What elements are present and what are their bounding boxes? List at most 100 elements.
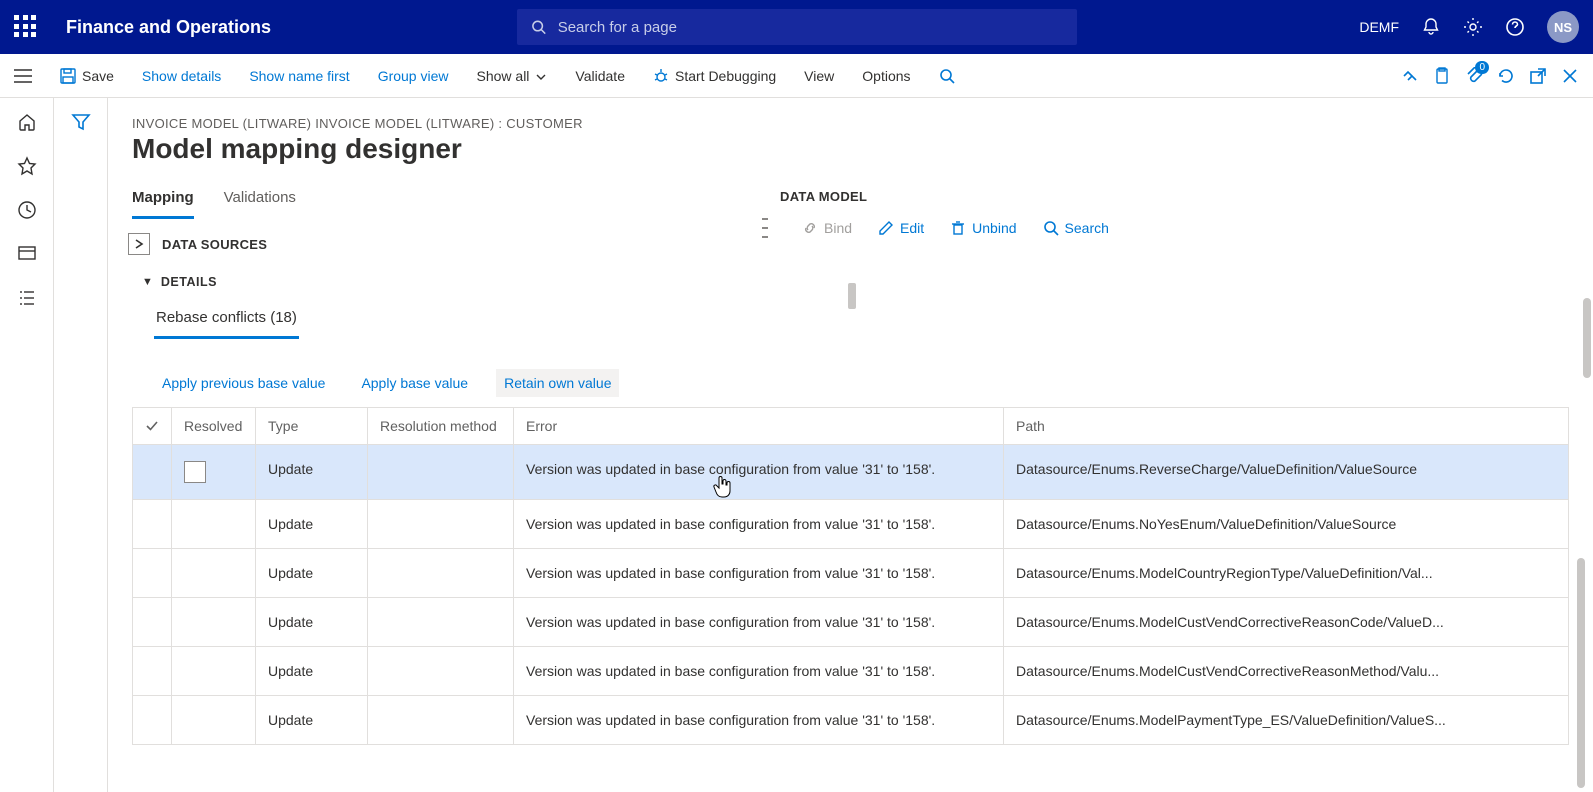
splitter-handle[interactable] bbox=[848, 283, 856, 309]
row-select-cell[interactable] bbox=[133, 549, 172, 598]
close-icon[interactable] bbox=[1561, 67, 1579, 85]
tab-validations[interactable]: Validations bbox=[224, 183, 296, 219]
search-icon bbox=[1043, 220, 1059, 236]
attachments-icon[interactable]: 0 bbox=[1465, 67, 1483, 85]
search-icon bbox=[531, 19, 546, 35]
row-type-cell: Update bbox=[256, 500, 368, 549]
refresh-icon[interactable] bbox=[1497, 67, 1515, 85]
save-button[interactable]: Save bbox=[48, 62, 126, 90]
company-label[interactable]: DEMF bbox=[1359, 19, 1399, 35]
home-icon[interactable] bbox=[17, 112, 37, 132]
show-details-button[interactable]: Show details bbox=[130, 62, 233, 90]
row-type-cell: Update bbox=[256, 598, 368, 647]
group-view-button[interactable]: Group view bbox=[366, 62, 461, 90]
tab-rebase-conflicts[interactable]: Rebase conflicts (18) bbox=[154, 303, 299, 339]
view-button[interactable]: View bbox=[792, 62, 846, 90]
search-button-dm[interactable]: Search bbox=[1043, 220, 1109, 236]
row-type-cell: Update bbox=[256, 549, 368, 598]
recent-icon[interactable] bbox=[17, 200, 37, 220]
row-path-cell: Datasource/Enums.ModelCustVendCorrective… bbox=[1004, 647, 1569, 696]
data-sources-toggle[interactable] bbox=[128, 233, 150, 255]
row-select-cell[interactable] bbox=[133, 598, 172, 647]
row-resolved-cell[interactable] bbox=[172, 445, 256, 500]
trash-icon bbox=[950, 220, 966, 236]
column-path[interactable]: Path bbox=[1004, 408, 1569, 445]
table-row[interactable]: Update Version was updated in base confi… bbox=[133, 647, 1569, 696]
bell-icon[interactable] bbox=[1421, 17, 1441, 37]
row-resolved-cell[interactable] bbox=[172, 647, 256, 696]
unbind-button[interactable]: Unbind bbox=[950, 220, 1016, 236]
waffle-icon[interactable] bbox=[14, 15, 38, 39]
column-select[interactable] bbox=[133, 408, 172, 445]
row-resolved-cell[interactable] bbox=[172, 598, 256, 647]
row-error-cell: Version was updated in base configuratio… bbox=[514, 647, 1004, 696]
avatar[interactable]: NS bbox=[1547, 11, 1579, 43]
filter-icon[interactable] bbox=[71, 112, 91, 132]
apply-previous-base-button[interactable]: Apply previous base value bbox=[154, 369, 333, 397]
page-title: Model mapping designer bbox=[132, 133, 1569, 165]
row-path-cell: Datasource/Enums.ReverseCharge/ValueDefi… bbox=[1004, 445, 1569, 500]
filter-column bbox=[54, 98, 108, 792]
row-select-cell[interactable] bbox=[133, 647, 172, 696]
row-error-cell: Version was updated in base configuratio… bbox=[514, 445, 1004, 500]
star-icon[interactable] bbox=[17, 156, 37, 176]
bind-icon bbox=[802, 220, 818, 236]
caret-down-icon: ▼ bbox=[142, 276, 153, 288]
row-method-cell bbox=[368, 549, 514, 598]
link-icon[interactable] bbox=[1401, 67, 1419, 85]
help-icon[interactable] bbox=[1505, 17, 1525, 37]
row-method-cell bbox=[368, 696, 514, 745]
start-debugging-button[interactable]: Start Debugging bbox=[641, 62, 788, 90]
search-button[interactable] bbox=[927, 62, 967, 90]
column-resolution-method[interactable]: Resolution method bbox=[368, 408, 514, 445]
column-error[interactable]: Error bbox=[514, 408, 1004, 445]
workspace-icon[interactable] bbox=[17, 244, 37, 264]
edit-button[interactable]: Edit bbox=[878, 220, 924, 236]
row-resolved-cell[interactable] bbox=[172, 500, 256, 549]
table-row[interactable]: Update Version was updated in base confi… bbox=[133, 598, 1569, 647]
row-select-cell[interactable] bbox=[133, 696, 172, 745]
table-row[interactable]: Update Version was updated in base confi… bbox=[133, 445, 1569, 500]
options-button[interactable]: Options bbox=[850, 62, 922, 90]
row-type-cell: Update bbox=[256, 647, 368, 696]
row-select-cell[interactable] bbox=[133, 500, 172, 549]
row-resolved-cell[interactable] bbox=[172, 696, 256, 745]
table-scrollbar[interactable] bbox=[1577, 558, 1585, 788]
column-resolved[interactable]: Resolved bbox=[172, 408, 256, 445]
validate-button[interactable]: Validate bbox=[563, 62, 637, 90]
breadcrumb: INVOICE MODEL (LITWARE) INVOICE MODEL (L… bbox=[132, 116, 1569, 131]
row-path-cell: Datasource/Enums.ModelCustVendCorrective… bbox=[1004, 598, 1569, 647]
column-type[interactable]: Type bbox=[256, 408, 368, 445]
tab-mapping[interactable]: Mapping bbox=[132, 183, 194, 219]
row-error-cell: Version was updated in base configuratio… bbox=[514, 549, 1004, 598]
row-method-cell bbox=[368, 647, 514, 696]
main-tabs: Mapping Validations bbox=[132, 183, 712, 219]
drag-handle-icon[interactable] bbox=[762, 218, 768, 238]
search-input[interactable] bbox=[558, 19, 1063, 36]
gear-icon[interactable] bbox=[1463, 17, 1483, 37]
row-type-cell: Update bbox=[256, 445, 368, 500]
table-row[interactable]: Update Version was updated in base confi… bbox=[133, 500, 1569, 549]
modules-icon[interactable] bbox=[17, 288, 37, 308]
checkbox[interactable] bbox=[184, 461, 206, 483]
bind-button: Bind bbox=[802, 220, 852, 236]
table-row[interactable]: Update Version was updated in base confi… bbox=[133, 696, 1569, 745]
hamburger-icon[interactable] bbox=[14, 69, 38, 83]
retain-own-button[interactable]: Retain own value bbox=[496, 369, 619, 397]
row-path-cell: Datasource/Enums.NoYesEnum/ValueDefiniti… bbox=[1004, 500, 1569, 549]
apply-base-button[interactable]: Apply base value bbox=[353, 369, 476, 397]
row-resolved-cell[interactable] bbox=[172, 549, 256, 598]
popout-icon[interactable] bbox=[1529, 67, 1547, 85]
attachments-badge: 0 bbox=[1475, 61, 1489, 74]
row-method-cell bbox=[368, 598, 514, 647]
top-nav: Finance and Operations DEMF NS bbox=[0, 0, 1593, 54]
global-search[interactable] bbox=[517, 9, 1077, 45]
right-scrollbar[interactable] bbox=[1583, 298, 1591, 378]
show-all-dropdown[interactable]: Show all bbox=[465, 62, 560, 90]
show-name-first-button[interactable]: Show name first bbox=[237, 62, 361, 90]
clipboard-icon[interactable] bbox=[1433, 67, 1451, 85]
left-rail bbox=[0, 98, 54, 792]
table-row[interactable]: Update Version was updated in base confi… bbox=[133, 549, 1569, 598]
row-select-cell[interactable] bbox=[133, 445, 172, 500]
row-error-cell: Version was updated in base configuratio… bbox=[514, 696, 1004, 745]
